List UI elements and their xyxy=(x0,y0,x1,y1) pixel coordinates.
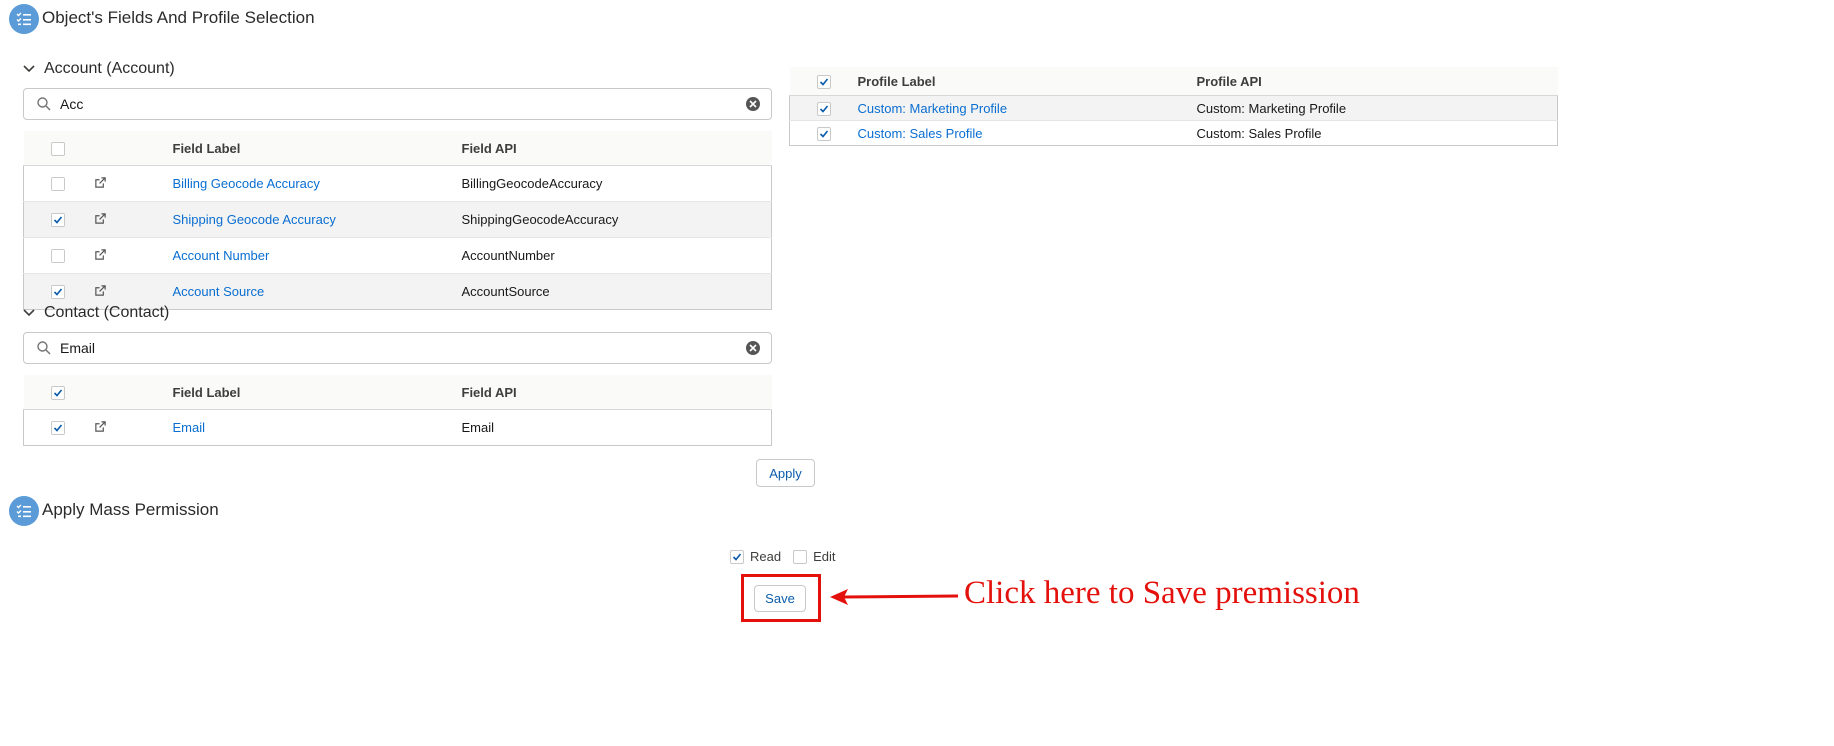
table-row: Custom: Sales Profile Custom: Sales Profi… xyxy=(789,120,1558,146)
account-search-input[interactable]: Acc xyxy=(23,88,772,120)
field-label-link[interactable]: Billing Geocode Accuracy xyxy=(173,176,320,191)
select-all-checkbox[interactable] xyxy=(816,74,831,89)
column-header-field-api[interactable]: Field API xyxy=(461,375,772,410)
list-check-icon xyxy=(9,496,39,526)
table-row: Account Number AccountNumber xyxy=(23,237,772,274)
profile-label-link[interactable]: Custom: Marketing Profile xyxy=(858,101,1008,116)
column-header-field-label[interactable]: Field Label xyxy=(172,131,462,166)
save-button[interactable]: Save xyxy=(754,585,806,612)
field-label-link[interactable]: Account Number xyxy=(173,248,270,263)
search-icon xyxy=(37,97,51,111)
accordion-contact-label: Contact (Contact) xyxy=(44,304,170,321)
select-all-checkbox[interactable] xyxy=(50,385,65,400)
clear-icon[interactable] xyxy=(745,340,761,356)
table-header-row: Profile Label Profile API xyxy=(789,67,1558,96)
read-label: Read xyxy=(750,549,782,564)
contact-search-value: Email xyxy=(60,340,96,356)
section-title-fields: Object's Fields And Profile Selection xyxy=(42,8,315,27)
profile-api-value: Custom: Sales Profile xyxy=(1196,125,1322,141)
table-row: Billing Geocode Accuracy BillingGeocodeAc… xyxy=(23,165,772,202)
field-api-value: AccountSource xyxy=(461,284,550,299)
field-api-value: Email xyxy=(461,420,495,435)
external-link-icon[interactable] xyxy=(94,176,107,192)
annotation-arrow-icon xyxy=(830,589,959,605)
profile-label-link[interactable]: Custom: Sales Profile xyxy=(858,126,983,141)
table-row: Custom: Marketing Profile Custom: Marketi… xyxy=(789,95,1558,121)
row-checkbox[interactable] xyxy=(50,421,65,436)
column-header-profile-api[interactable]: Profile API xyxy=(1196,67,1558,96)
profiles-table: Profile Label Profile API Custom: Market… xyxy=(789,67,1558,146)
external-link-icon[interactable] xyxy=(94,212,107,228)
field-label-link[interactable]: Email xyxy=(173,420,206,435)
chevron-down-icon xyxy=(23,65,35,73)
field-api-value: AccountNumber xyxy=(461,248,555,263)
row-checkbox[interactable] xyxy=(50,285,65,300)
external-link-icon[interactable] xyxy=(94,284,107,300)
row-checkbox[interactable] xyxy=(816,126,831,141)
field-api-value: ShippingGeocodeAccuracy xyxy=(461,212,619,227)
table-row: Shipping Geocode Accuracy ShippingGeocode… xyxy=(23,201,772,238)
table-row: Email Email xyxy=(23,409,772,446)
select-all-checkbox[interactable] xyxy=(50,141,65,156)
column-header-field-api[interactable]: Field API xyxy=(461,131,772,166)
contact-search-input[interactable]: Email xyxy=(23,332,772,364)
accordion-account[interactable]: Account (Account) xyxy=(22,60,175,78)
account-fields-table: Field Label Field API Billing Geocode Ac… xyxy=(23,131,772,310)
column-header-field-label[interactable]: Field Label xyxy=(172,375,462,410)
profile-api-value: Custom: Marketing Profile xyxy=(1196,100,1347,116)
clear-icon[interactable] xyxy=(745,96,761,112)
field-label-link[interactable]: Account Source xyxy=(173,284,265,299)
external-link-icon[interactable] xyxy=(94,248,107,264)
account-search-value: Acc xyxy=(60,96,84,112)
table-header-row: Field Label Field API xyxy=(23,375,772,410)
row-checkbox[interactable] xyxy=(50,177,65,192)
table-header-row: Field Label Field API xyxy=(23,131,772,166)
edit-label: Edit xyxy=(813,549,836,564)
annotation-text: Click here to Save premission xyxy=(964,575,1360,611)
chevron-down-icon xyxy=(23,309,35,317)
field-api-value: BillingGeocodeAccuracy xyxy=(461,176,603,191)
contact-fields-table: Field Label Field API Email Email xyxy=(23,375,772,446)
row-checkbox[interactable] xyxy=(50,213,65,228)
section-title-mass-permission: Apply Mass Permission xyxy=(42,500,219,519)
list-check-icon xyxy=(9,4,39,34)
external-link-icon[interactable] xyxy=(94,420,107,436)
apply-button[interactable]: Apply xyxy=(756,459,815,487)
column-header-profile-label[interactable]: Profile Label xyxy=(857,67,1197,96)
row-checkbox[interactable] xyxy=(816,101,831,116)
search-icon xyxy=(37,341,51,355)
field-label-link[interactable]: Shipping Geocode Accuracy xyxy=(173,212,336,227)
accordion-account-label: Account (Account) xyxy=(44,60,175,77)
edit-checkbox[interactable] xyxy=(793,549,808,564)
permission-options: Read Edit xyxy=(730,549,835,564)
row-checkbox[interactable] xyxy=(50,249,65,264)
accordion-contact[interactable]: Contact (Contact) xyxy=(22,304,169,322)
read-checkbox[interactable] xyxy=(730,549,744,564)
